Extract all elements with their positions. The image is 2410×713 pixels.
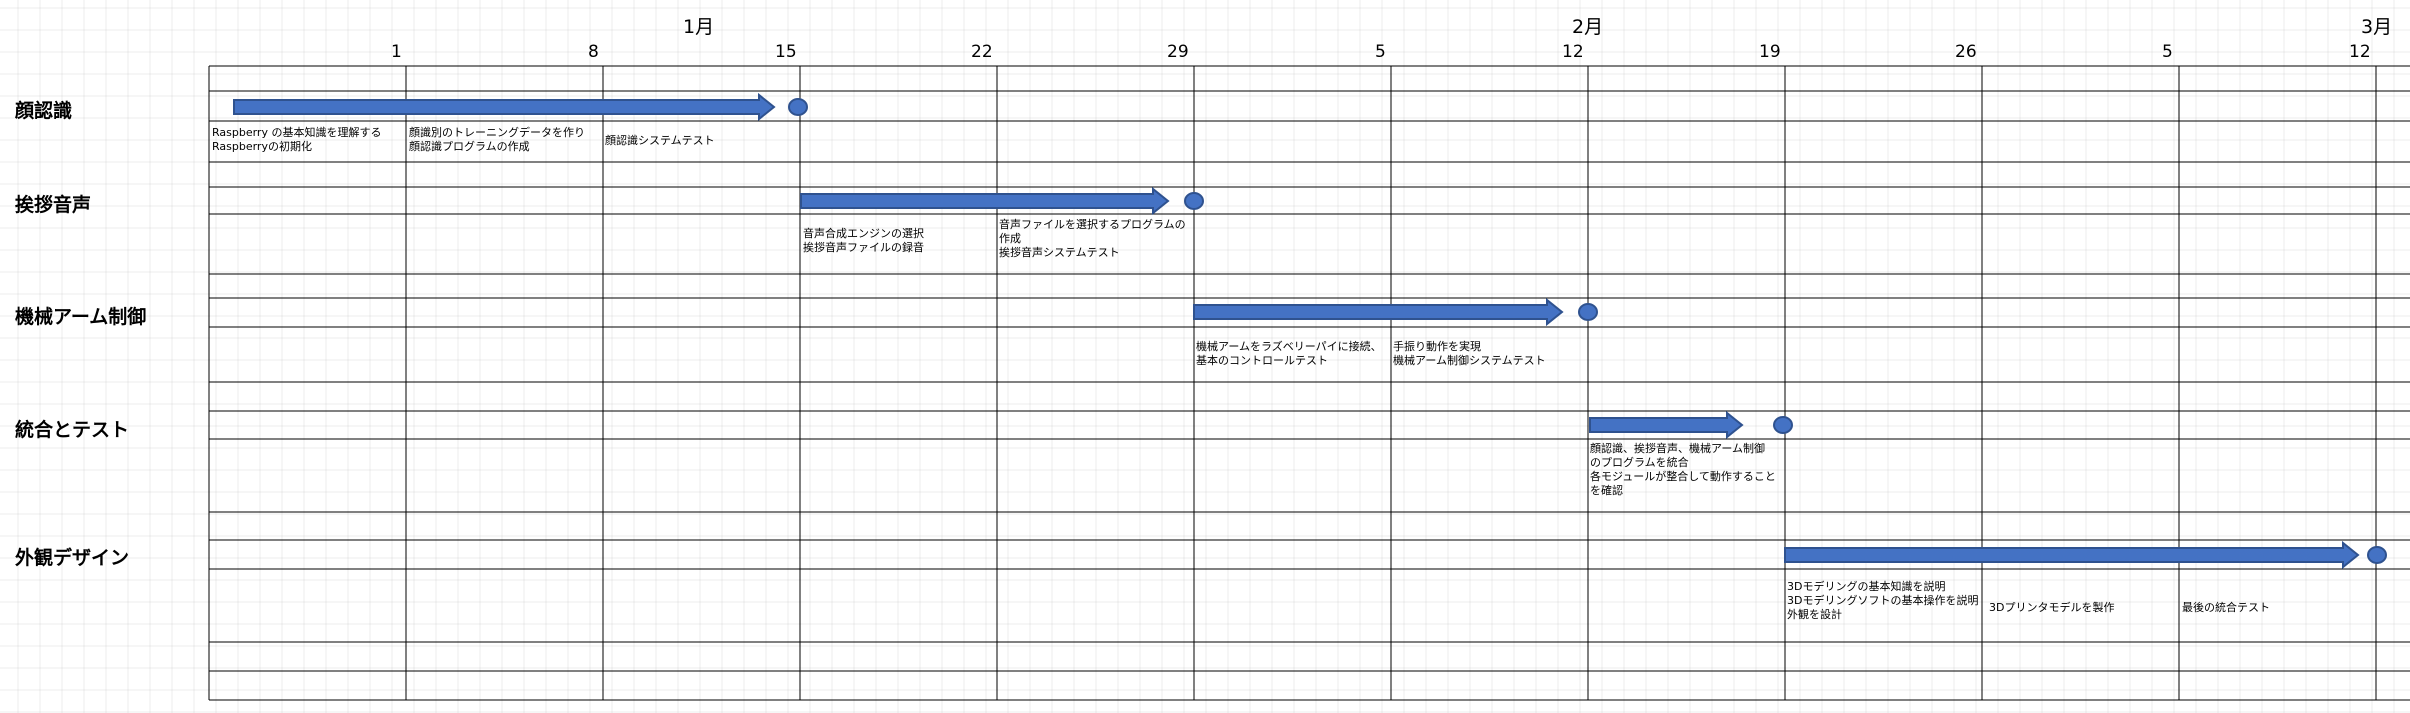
day-label: 26 — [1955, 42, 1977, 62]
task-label-integration-test: 統合とテスト — [15, 419, 130, 441]
task-note: 音声合成エンジンの選択 挨拶音声ファイルの録音 — [803, 227, 924, 254]
day-label: 8 — [588, 42, 599, 62]
task-label-arm-control: 機械アーム制御 — [15, 306, 147, 328]
milestone-marker — [788, 98, 808, 116]
task-note: Raspberry の基本知識を理解する Raspberryの初期化 — [212, 126, 382, 153]
task-note: 機械アームをラズベリーパイに接続、 基本のコントロールテスト — [1196, 340, 1382, 367]
milestone-marker — [1578, 303, 1598, 321]
month-label-mar: 3月 — [2361, 16, 2393, 38]
day-label: 12 — [2349, 42, 2371, 62]
task-note: 音声ファイルを選択するプログラムの 作成 挨拶音声システムテスト — [999, 218, 1186, 259]
task-note: 顔認識、挨拶音声、機械アーム制御 のプログラムを統合 各モジュールが整合して動作する… — [1590, 442, 1776, 497]
day-label: 5 — [1375, 42, 1386, 62]
task-label-face-recognition: 顔認識 — [15, 100, 73, 122]
day-label: 12 — [1562, 42, 1584, 62]
day-label: 29 — [1167, 42, 1189, 62]
month-label-feb: 2月 — [1572, 16, 1604, 38]
task-label-greeting-voice: 挨拶音声 — [15, 194, 92, 216]
day-label: 15 — [775, 42, 797, 62]
milestone-marker — [1184, 192, 1204, 210]
task-note: 3Dプリンタモデルを製作 — [1989, 601, 2115, 614]
day-label: 22 — [971, 42, 993, 62]
task-note: 顔認識システムテスト — [605, 134, 715, 147]
day-label: 5 — [2162, 42, 2173, 62]
task-arrow — [1193, 297, 1564, 327]
task-arrow — [233, 92, 776, 122]
milestone-marker — [1773, 416, 1793, 434]
month-label-jan: 1月 — [683, 16, 715, 38]
task-note: 手振り動作を実現 機械アーム制御システムテスト — [1393, 340, 1546, 367]
day-label: 1 — [391, 42, 402, 62]
task-note: 3Dモデリングの基本知識を説明 3Dモデリングソフトの基本操作を説明 外観を設計 — [1787, 580, 1979, 621]
milestone-marker — [2367, 546, 2387, 564]
day-label: 19 — [1759, 42, 1781, 62]
task-arrow — [1589, 410, 1744, 440]
task-note: 最後の統合テスト — [2182, 601, 2270, 614]
task-arrow — [800, 186, 1170, 216]
task-note: 顔識別のトレーニングデータを作り 顔認識プログラムの作成 — [409, 126, 585, 153]
task-label-exterior-design: 外観デザイン — [15, 547, 130, 569]
task-arrow — [1784, 540, 2360, 570]
